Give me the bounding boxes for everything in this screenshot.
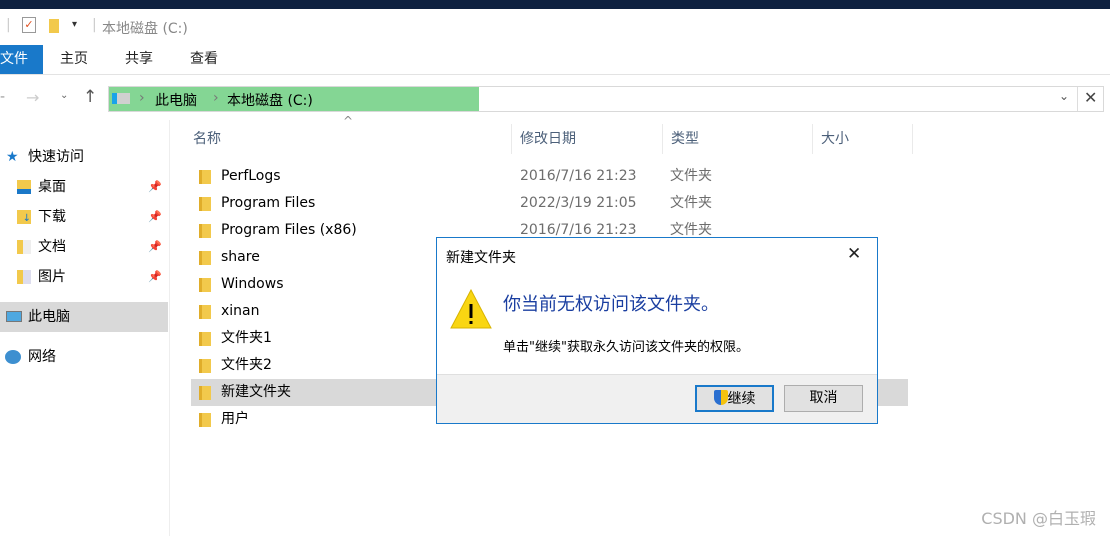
folder-icon xyxy=(199,305,211,319)
access-denied-dialog: 新建文件夹 ✕ 你当前无权访问该文件夹。 单击"继续"获取永久访问该文件夹的权限… xyxy=(436,237,878,424)
folder-icon xyxy=(199,224,211,238)
customize-dropdown-icon[interactable]: ▾ xyxy=(72,19,77,30)
up-icon[interactable]: ↑ xyxy=(83,87,97,107)
pin-icon[interactable]: 📌 xyxy=(148,172,162,202)
close-icon[interactable]: ✕ xyxy=(1084,88,1097,107)
sidebar-item-documents[interactable]: 文档 📌 xyxy=(0,232,168,262)
sidebar-item-quick-access[interactable]: ★ 快速访问 xyxy=(0,142,168,172)
file-type: 文件夹 xyxy=(670,168,712,184)
tab-home[interactable]: 主页 xyxy=(60,45,88,74)
sidebar-item-label: 文档 xyxy=(38,239,66,255)
column-header-size[interactable]: 大小 xyxy=(813,124,913,154)
file-date: 2022/3/19 21:05 xyxy=(520,195,637,211)
continue-button[interactable]: 继续 xyxy=(695,385,774,412)
file-name: 用户 xyxy=(221,411,249,427)
chevron-right-icon: › xyxy=(213,90,219,106)
dialog-heading: 你当前无权访问该文件夹。 xyxy=(503,294,719,315)
tab-file[interactable]: 文件 xyxy=(0,45,43,74)
desktop-icon xyxy=(17,180,31,194)
file-name: 文件夹1 xyxy=(221,330,272,346)
properties-icon[interactable]: ✓ xyxy=(22,17,36,33)
column-header-type[interactable]: 类型 xyxy=(663,124,813,154)
file-row[interactable]: PerfLogs 2016/7/16 21:23 文件夹 xyxy=(191,163,908,190)
column-header-date[interactable]: 修改日期 xyxy=(512,124,663,154)
ribbon-tabs: 文件 主页 共享 查看 xyxy=(0,45,1110,75)
divider xyxy=(1077,87,1078,111)
pictures-icon xyxy=(17,270,31,284)
drive-icon xyxy=(112,93,130,104)
sidebar-item-label: 下载 xyxy=(38,209,66,225)
tab-share[interactable]: 共享 xyxy=(125,45,153,74)
sidebar-item-downloads[interactable]: ↓ 下载 📌 xyxy=(0,202,168,232)
folder-icon xyxy=(199,332,211,346)
file-name: 文件夹2 xyxy=(221,357,272,373)
breadcrumb-this-pc[interactable]: 此电脑 xyxy=(155,90,197,110)
file-type: 文件夹 xyxy=(670,195,712,211)
window-title: 本地磁盘 (C:) xyxy=(102,21,188,37)
recent-dropdown-icon[interactable]: ⌄ xyxy=(60,90,68,101)
folder-icon xyxy=(199,386,211,400)
network-icon xyxy=(5,350,21,364)
continue-label: 继续 xyxy=(727,391,756,407)
tab-view[interactable]: 查看 xyxy=(190,45,218,74)
sidebar-item-pictures[interactable]: 图片 📌 xyxy=(0,262,168,292)
pin-icon[interactable]: 📌 xyxy=(148,232,162,262)
sidebar-item-desktop[interactable]: 桌面 📌 xyxy=(0,172,168,202)
sidebar-item-label: 桌面 xyxy=(38,179,66,195)
file-name: share xyxy=(221,249,260,265)
separator: | xyxy=(6,17,11,33)
dialog-message: 单击"继续"获取永久访问该文件夹的权限。 xyxy=(503,340,749,355)
star-icon: ★ xyxy=(6,149,19,165)
file-name: Program Files (x86) xyxy=(221,222,357,238)
file-date: 2016/7/16 21:23 xyxy=(520,168,637,184)
breadcrumb-drive[interactable]: 本地磁盘 (C:) xyxy=(227,90,313,110)
folder-icon xyxy=(199,197,211,211)
forward-icon[interactable]: → xyxy=(26,88,39,107)
folder-icon xyxy=(199,359,211,373)
sidebar-item-label: 网络 xyxy=(28,349,56,365)
sidebar-item-network[interactable]: 网络 xyxy=(0,342,168,372)
new-folder-icon[interactable] xyxy=(49,19,59,33)
watermark: CSDN @白玉瑕 xyxy=(981,509,1096,528)
cancel-button[interactable]: 取消 xyxy=(784,385,863,412)
title-bar-strip xyxy=(0,0,1110,9)
separator: | xyxy=(92,17,97,33)
history-dropdown-icon[interactable]: ⌄ xyxy=(1059,89,1069,103)
file-name: PerfLogs xyxy=(221,168,281,184)
close-icon[interactable]: ✕ xyxy=(847,244,861,264)
pin-icon[interactable]: 📌 xyxy=(148,202,162,232)
column-header-name[interactable]: 名称 xyxy=(185,124,512,154)
file-name: Windows xyxy=(221,276,284,292)
file-row[interactable]: Program Files 2022/3/19 21:05 文件夹 xyxy=(191,190,908,217)
navigation-pane: ★ 快速访问 桌面 📌 ↓ 下载 📌 文档 📌 图片 📌 此电脑 网络 xyxy=(0,120,170,536)
sidebar-item-label: 快速访问 xyxy=(28,149,84,165)
sidebar-item-this-pc[interactable]: 此电脑 xyxy=(0,302,168,332)
folder-icon xyxy=(199,278,211,292)
folder-icon xyxy=(199,170,211,184)
folder-icon xyxy=(199,251,211,265)
uac-shield-icon xyxy=(713,390,728,405)
file-name: Program Files xyxy=(221,195,316,211)
quick-access-toolbar: | ✓ ▾ | 本地磁盘 (C:) xyxy=(0,9,1110,45)
dialog-title: 新建文件夹 xyxy=(446,250,516,266)
file-name: xinan xyxy=(221,303,260,319)
sidebar-item-label: 图片 xyxy=(38,269,66,285)
downloads-icon: ↓ xyxy=(17,210,31,224)
pin-icon[interactable]: 📌 xyxy=(148,262,162,292)
sidebar-item-label: 此电脑 xyxy=(28,309,70,325)
warning-icon xyxy=(450,288,492,329)
folder-icon xyxy=(199,413,211,427)
address-bar[interactable]: › 此电脑 › 本地磁盘 (C:) ⌄ ✕ xyxy=(108,86,1104,112)
back-icon[interactable]: - xyxy=(0,89,5,105)
computer-icon xyxy=(6,311,22,322)
documents-icon xyxy=(17,240,31,254)
file-name: 新建文件夹 xyxy=(221,384,291,400)
chevron-right-icon: › xyxy=(139,90,145,106)
